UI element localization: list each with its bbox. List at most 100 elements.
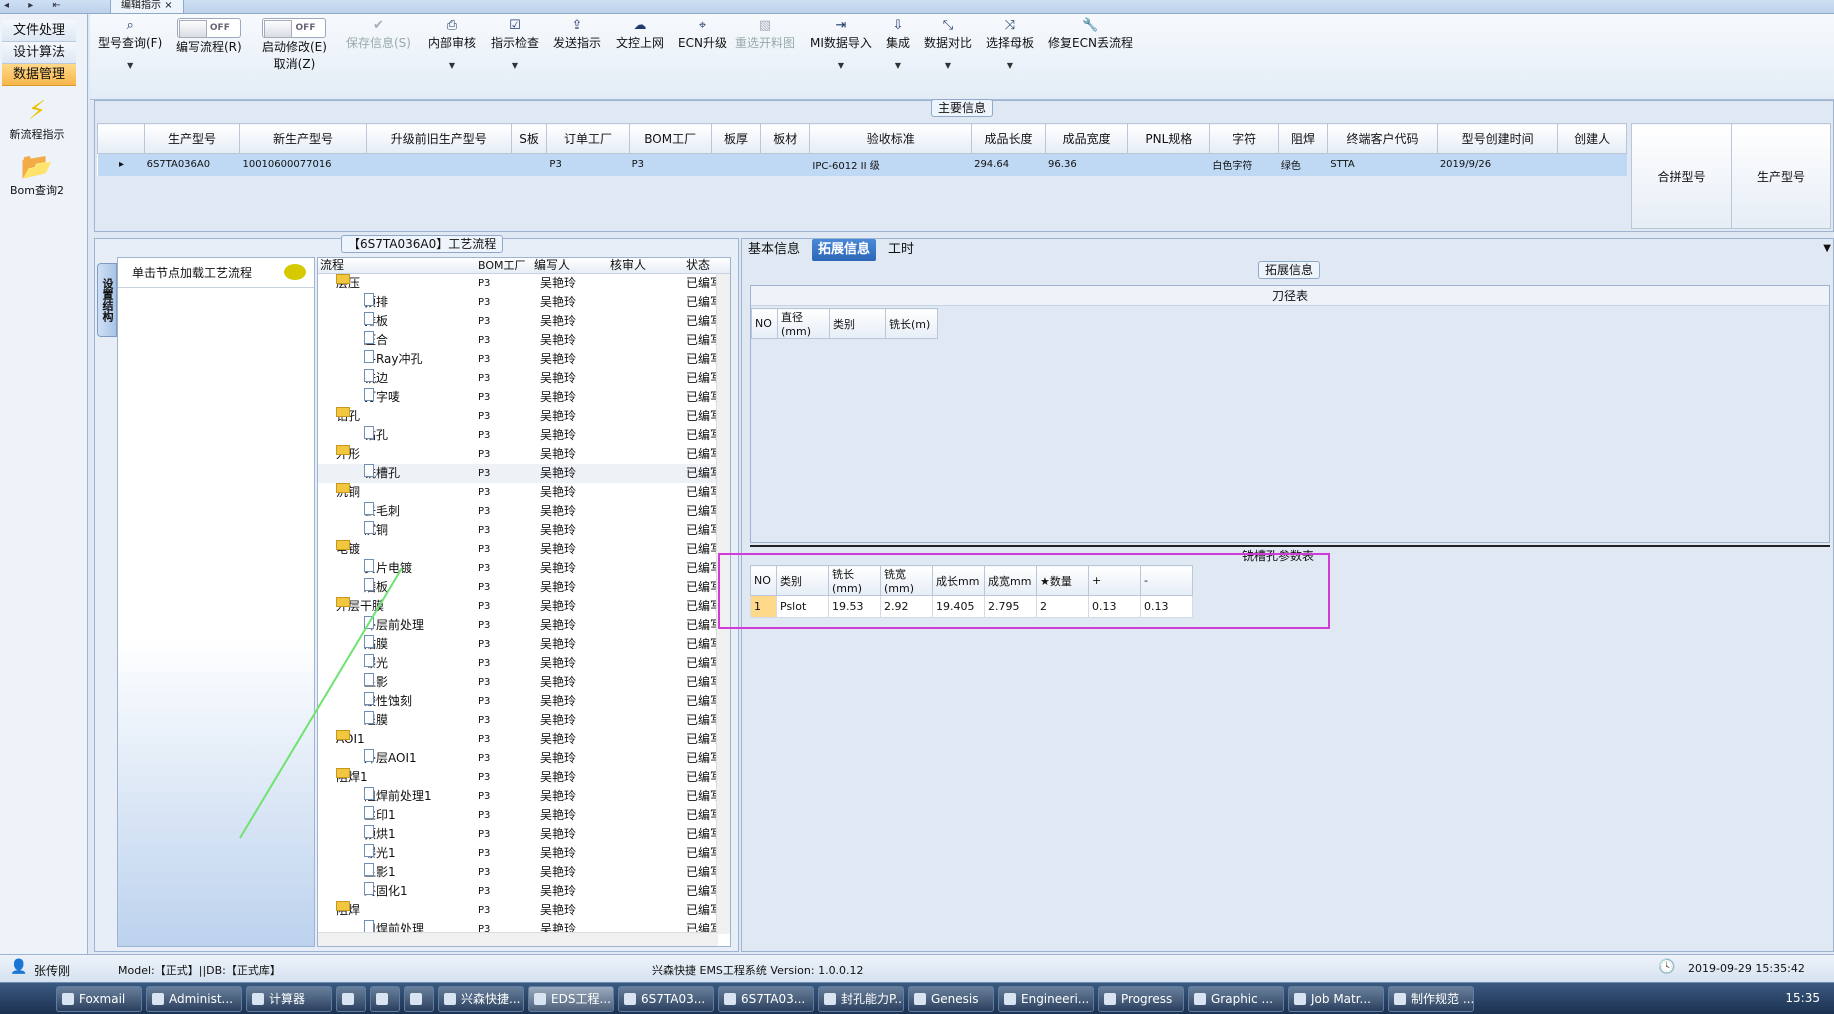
tree-row[interactable]: −沉铜P3吴艳玲已编写 [318, 483, 730, 502]
taskbar-item[interactable]: 6S7TA03... [718, 986, 814, 1012]
toggle-switch[interactable]: OFF [262, 18, 327, 38]
table-cell[interactable]: P3 [629, 153, 712, 176]
column-header[interactable]: 创建人 [1557, 123, 1627, 154]
tree-row[interactable]: 钻孔 P3 吴艳玲 已编写 [318, 426, 730, 445]
quick-access-icons[interactable]: ◂ ▸ ⇤ [4, 0, 69, 11]
column-header[interactable]: 字符 [1209, 123, 1279, 154]
nav-design-algorithm[interactable]: 设计算法 [2, 42, 76, 64]
column-header[interactable]: 型号创建时间 [1436, 123, 1559, 154]
tree-row[interactable]: X-Ray冲孔 P3 吴艳玲 已编写 [318, 350, 730, 369]
tree-row[interactable]: −阻焊P3吴艳玲已编写 [318, 901, 730, 920]
column-header[interactable]: 流程 [320, 258, 344, 273]
start-modify-toggle[interactable]: OFF 启动修改(E) 取消(Z) [262, 18, 327, 72]
ecn-upgrade-button[interactable]: ⌖ ECN升级 [678, 18, 727, 51]
column-header[interactable]: 生产型号 [143, 123, 241, 154]
table-cell[interactable]: 294.64 [971, 153, 1047, 176]
main-info-grid[interactable]: 生产型号 新生产型号 升级前旧生产型号 S板 订单工厂 BOM工厂 板厚 板材 验收标准 成品长度… [97, 123, 1627, 176]
knife-table-grid[interactable]: NO 直径(mm) 类别 铣长(m) [751, 308, 938, 339]
column-header[interactable]: 终端客户代码 [1327, 123, 1438, 154]
tree-row[interactable]: 铣槽孔 P3 吴艳玲 已编写 [318, 464, 730, 483]
taskbar-item[interactable] [404, 986, 434, 1012]
tab-extended-info[interactable]: 拓展信息 [812, 239, 877, 261]
tree-row[interactable]: 去毛刺 P3 吴艳玲 已编写 [318, 502, 730, 521]
column-header[interactable]: 阻焊 [1277, 123, 1329, 154]
tree-row[interactable]: 预排 P3 吴艳玲 已编写 [318, 293, 730, 312]
taskbar-item[interactable]: Engineeri... [998, 986, 1094, 1012]
taskbar-item[interactable]: Genesis [908, 986, 994, 1012]
chat-bubble-icon[interactable] [284, 264, 306, 280]
table-cell[interactable] [711, 153, 762, 176]
select-master-button[interactable]: ⤨ 选择母板 ▼ [986, 18, 1034, 70]
taskbar-item[interactable]: Administ... [146, 986, 242, 1012]
table-cell[interactable]: STTA [1327, 153, 1438, 176]
table-cell[interactable]: P3 [546, 153, 630, 176]
tab-basic-info[interactable]: 基本信息 [742, 239, 806, 261]
column-header[interactable]: 类别 [829, 308, 886, 339]
column-header[interactable]: 直径(mm) [777, 308, 830, 339]
table-cell[interactable] [1557, 153, 1627, 176]
cancel-label[interactable]: 取消(Z) [274, 57, 316, 71]
column-header[interactable]: S板 [510, 123, 548, 154]
document-tab[interactable]: 编辑指示 × [110, 0, 184, 14]
column-header[interactable]: 升级前旧生产型号 [365, 123, 512, 154]
table-cell[interactable]: 2019/9/26 [1437, 153, 1559, 176]
tree-row[interactable]: 排板 P3 吴艳玲 已编写 [318, 312, 730, 331]
column-header[interactable]: 订单工厂 [546, 123, 630, 154]
table-cell[interactable] [366, 153, 512, 176]
table-cell[interactable]: 10010600077016 [239, 153, 367, 176]
tree-row[interactable]: −外形P3吴艳玲已编写 [318, 445, 730, 464]
bom-query-tool[interactable]: 📂 Bom查询2 [0, 152, 74, 198]
tree-row[interactable]: 终固化1 P3 吴艳玲 已编写 [318, 882, 730, 901]
column-header[interactable]: 铣长(m) [885, 308, 938, 339]
taskbar-item[interactable]: 计算器 [246, 986, 332, 1012]
tree-row[interactable]: 压合 P3 吴艳玲 已编写 [318, 331, 730, 350]
column-header[interactable]: 新生产型号 [239, 123, 367, 154]
column-header[interactable]: BOM工厂 [628, 123, 712, 154]
table-cell[interactable]: 96.36 [1045, 153, 1129, 176]
column-header[interactable]: 成品宽度 [1045, 123, 1129, 154]
reselect-drawing-button[interactable]: ▧ 重选开料图 [735, 18, 795, 51]
table-cell[interactable]: 白色字符 [1209, 153, 1279, 176]
horizontal-scrollbar[interactable] [318, 932, 718, 946]
taskbar-item[interactable]: Graphic ... [1188, 986, 1284, 1012]
nav-data-management[interactable]: 数据管理 [2, 64, 76, 86]
chevron-down-icon[interactable]: ▼ [1823, 243, 1831, 254]
taskbar-item[interactable]: Progress [1098, 986, 1184, 1012]
taskbar-item[interactable] [336, 986, 366, 1012]
toggle-switch[interactable]: OFF [176, 18, 241, 38]
column-header[interactable]: BOM工厂 [478, 258, 526, 273]
table-cell[interactable] [760, 153, 811, 176]
taskbar-item[interactable]: EDS工程... [528, 986, 614, 1012]
taskbar-clock[interactable]: 15:35 [1785, 991, 1820, 1005]
column-header[interactable]: 状态 [686, 258, 710, 273]
column-header[interactable]: PNL规格 [1127, 123, 1211, 154]
tree-row[interactable]: 显影1 P3 吴艳玲 已编写 [318, 863, 730, 882]
column-header[interactable]: 板厚 [710, 123, 762, 154]
new-flow-instruction-tool[interactable]: ⚡ 新流程指示 [0, 96, 74, 142]
taskbar-item[interactable] [370, 986, 400, 1012]
taskbar-item[interactable]: 制作规范 ... [1388, 986, 1474, 1012]
table-cell[interactable] [511, 153, 548, 176]
instruction-check-button[interactable]: ☑ 指示检查 ▼ [491, 18, 539, 70]
column-header[interactable]: 核审人 [610, 258, 646, 273]
table-cell[interactable]: IPC-6012 II 级 [809, 153, 973, 176]
column-header[interactable]: 编写人 [534, 258, 570, 273]
upload-doc-button[interactable]: ☁ 文控上网 [616, 18, 664, 51]
taskbar-item[interactable]: 封孔能力P... [818, 986, 904, 1012]
column-header[interactable]: 验收标准 [809, 123, 973, 154]
tree-row[interactable]: −层压P3吴艳玲已编写 [318, 274, 730, 293]
internal-review-button[interactable]: ⎙ 内部审核 ▼ [428, 18, 476, 70]
integrate-button[interactable]: ⇩ 集成 ▼ [886, 18, 910, 70]
close-icon[interactable]: × [164, 0, 172, 11]
tree-row[interactable]: 沉铜 P3 吴艳玲 已编写 [318, 521, 730, 540]
tree-row[interactable]: 铣边 P3 吴艳玲 已编写 [318, 369, 730, 388]
tab-work-hours[interactable]: 工时 [882, 239, 920, 261]
table-cell[interactable]: 绿色 [1278, 153, 1329, 176]
type-query-button[interactable]: ⌕ 型号查询(F) ▼ [98, 18, 162, 70]
column-header[interactable]: NO [751, 308, 778, 339]
column-header[interactable]: 合拼型号 [1631, 123, 1732, 229]
table-cell[interactable] [1127, 153, 1211, 176]
taskbar-item[interactable]: 6S7TA03... [618, 986, 714, 1012]
fix-ecn-button[interactable]: 🔧 修复ECN丢流程 [1048, 18, 1133, 51]
tree-row[interactable]: 打字唛 P3 吴艳玲 已编写 [318, 388, 730, 407]
